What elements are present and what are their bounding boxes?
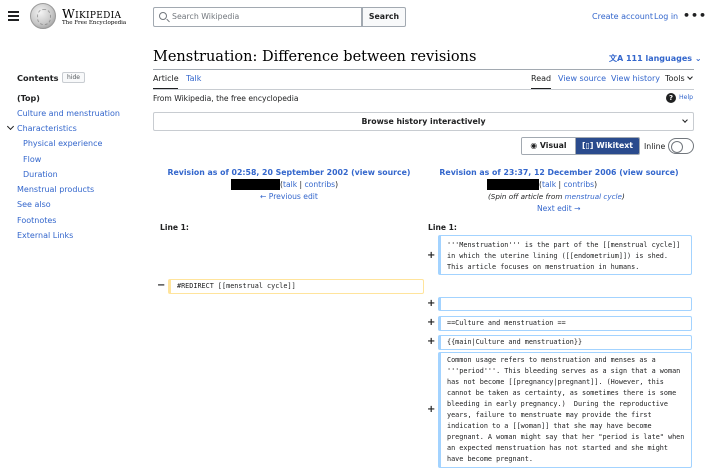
edit-summary-link[interactable]: menstrual cycle	[565, 192, 622, 201]
added-marker: +	[427, 250, 436, 261]
previous-edit-link[interactable]: ← Previous edit	[260, 192, 318, 201]
wikipedia-tagline: The Free Encyclopedia	[62, 20, 127, 26]
right-contribs-link[interactable]: contribs	[564, 180, 595, 189]
left-view-source-link[interactable]: (view source)	[351, 168, 410, 177]
toc-item-menstrual-products[interactable]: Menstrual products	[17, 185, 94, 194]
more-options-icon[interactable]: •••	[683, 9, 707, 22]
right-view-source-link[interactable]: (view source)	[619, 168, 678, 177]
diff-mode-switch[interactable]: ◉ Visual [▯] Wikitext	[521, 137, 640, 155]
wikipedia-globe-logo[interactable]	[30, 3, 56, 29]
next-edit-link[interactable]: Next edit →	[537, 204, 580, 213]
visual-mode-button[interactable]: ◉ Visual	[522, 138, 576, 154]
search-placeholder: Search Wikipedia	[172, 12, 240, 21]
search-icon	[159, 12, 167, 20]
site-subtitle: From Wikipedia, the free encyclopedia	[153, 94, 299, 103]
right-talk-link[interactable]: talk	[542, 180, 556, 189]
added-marker: +	[427, 336, 436, 347]
left-talk-link[interactable]: talk	[283, 180, 297, 189]
tab-view-history[interactable]: View history	[611, 74, 660, 83]
tab-talk[interactable]: Talk	[186, 74, 201, 83]
right-line-number: Line 1:	[428, 223, 457, 232]
chevron-down-icon[interactable]	[6, 122, 15, 131]
toc-item-external-links[interactable]: External Links	[17, 231, 73, 240]
help-link[interactable]: Help	[679, 94, 693, 101]
search-button[interactable]: Search	[362, 7, 406, 27]
left-contribs-link[interactable]: contribs	[305, 180, 336, 189]
page-title: Menstruation: Difference between revisio…	[153, 49, 477, 65]
browse-history-toggle[interactable]: Browse history interactively	[153, 112, 694, 131]
tab-read[interactable]: Read	[531, 74, 551, 83]
added-line: ==Culture and menstruation ==	[438, 316, 692, 331]
edit-summary: (Spin off article from menstrual cycle)	[488, 192, 625, 201]
added-marker: +	[427, 298, 436, 309]
translate-icon: 文A	[609, 54, 626, 63]
left-user-links: (talk | contribs)	[280, 180, 339, 189]
edit-summary-suffix: )	[621, 192, 625, 201]
left-revision-link[interactable]: Revision as of 02:58, 20 September 2002	[168, 168, 349, 177]
toc-item-top[interactable]: (Top)	[17, 94, 40, 103]
toc-title: Contents	[17, 73, 59, 83]
tabs-divider	[153, 89, 694, 90]
added-marker: +	[427, 404, 436, 415]
toc-item-flow[interactable]: Flow	[23, 155, 41, 164]
right-revision-title[interactable]: Revision as of 23:37, 12 December 2006 (…	[424, 168, 694, 177]
tab-view-source[interactable]: View source	[558, 74, 606, 83]
deleted-marker: −	[157, 280, 166, 291]
tab-article[interactable]: Article	[153, 74, 179, 83]
toc-item-characteristics[interactable]: Characteristics	[17, 124, 77, 133]
wikitext-mode-button[interactable]: [▯] Wikitext	[576, 138, 639, 154]
login-link[interactable]: Log in	[654, 12, 678, 21]
visual-label: Visual	[539, 141, 567, 150]
toc-hide-button[interactable]: hide	[62, 72, 85, 83]
added-line	[438, 297, 692, 311]
language-count: 111 languages	[625, 54, 693, 63]
inline-label: Inline	[644, 142, 666, 151]
wikitext-label: Wikitext	[596, 141, 634, 150]
edit-summary-prefix: (Spin off article from	[488, 192, 565, 201]
toc-item-see-also[interactable]: See also	[17, 200, 51, 209]
create-account-link[interactable]: Create account	[592, 12, 653, 21]
inline-toggle[interactable]	[668, 138, 694, 154]
chevron-down-icon: ⌄	[692, 54, 702, 63]
added-marker: +	[427, 317, 436, 328]
toc-item-physical-experience[interactable]: Physical experience	[23, 139, 102, 148]
added-line: Common usage refers to menstruation and …	[438, 352, 692, 468]
eye-icon: ◉	[530, 141, 540, 150]
wikipedia-wordmark[interactable]: Wikipedia	[62, 6, 121, 21]
toc-item-duration[interactable]: Duration	[23, 170, 58, 179]
right-user-links: (talk | contribs)	[539, 180, 598, 189]
tools-menu[interactable]: Tools	[665, 74, 685, 83]
language-button[interactable]: 文A 111 languages ⌄	[609, 53, 702, 64]
redacted-username	[231, 179, 280, 190]
right-revision-link[interactable]: Revision as of 23:37, 12 December 2006	[439, 168, 616, 177]
wikitext-icon: [▯]	[581, 141, 597, 150]
added-line: '''Menstruation''' is the part of the [[…	[438, 235, 692, 275]
toc-item-footnotes[interactable]: Footnotes	[17, 216, 56, 225]
added-line: {{main|Culture and menstruation}}	[438, 335, 692, 350]
chevron-down-icon[interactable]	[687, 74, 693, 80]
title-divider	[153, 69, 694, 70]
main-menu-icon[interactable]	[8, 11, 19, 23]
help-icon[interactable]: ?	[666, 93, 676, 103]
left-revision-title[interactable]: Revision as of 02:58, 20 September 2002 …	[153, 168, 425, 177]
redacted-username	[487, 179, 539, 190]
toc-item-culture[interactable]: Culture and menstruation	[17, 109, 120, 118]
left-line-number: Line 1:	[160, 223, 189, 232]
deleted-line: #REDIRECT [[menstrual cycle]]	[168, 279, 424, 294]
